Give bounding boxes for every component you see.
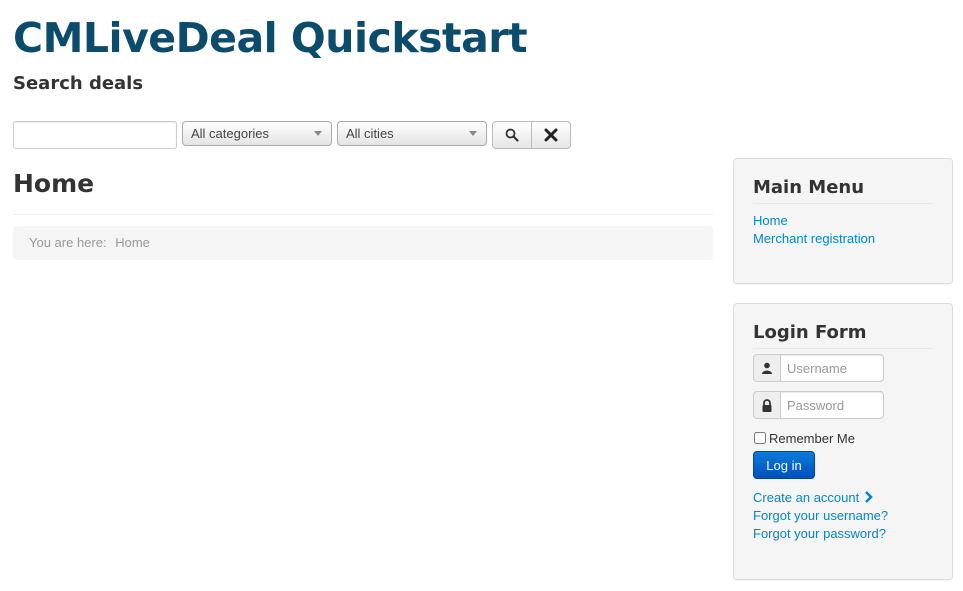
main-menu-module: Main Menu Home Merchant registration: [733, 158, 953, 284]
user-icon: [762, 362, 772, 374]
breadcrumb-current: Home: [115, 235, 150, 250]
menu-link-home[interactable]: Home: [753, 213, 788, 228]
create-account-link[interactable]: Create an account: [753, 490, 859, 505]
login-button[interactable]: Log in: [753, 451, 815, 479]
user-icon-addon: [753, 354, 781, 382]
lock-icon-addon: [753, 391, 781, 419]
password-field-group: [753, 391, 884, 419]
search-deals-heading: Search deals: [13, 73, 144, 94]
menu-item-home: Home: [753, 212, 933, 230]
close-icon: [544, 128, 558, 142]
username-field-group: [753, 354, 884, 382]
login-form-title: Login Form: [753, 323, 933, 349]
chevron-right-icon[interactable]: [864, 491, 874, 503]
main-menu-title: Main Menu: [753, 178, 933, 204]
remember-me-label[interactable]: Remember Me: [769, 431, 855, 446]
username-input[interactable]: [780, 354, 884, 382]
forgot-password-link[interactable]: Forgot your password?: [753, 526, 886, 541]
category-select-value: All categories: [191, 126, 270, 141]
forgot-password-item: Forgot your password?: [753, 525, 888, 543]
login-links: Create an account Forgot your username? …: [753, 489, 888, 543]
page: CMLiveDeal Quickstart Search deals All c…: [0, 0, 963, 591]
search-icon: [505, 128, 519, 142]
divider: [13, 214, 713, 215]
chevron-down-icon: [314, 131, 322, 136]
forgot-username-link[interactable]: Forgot your username?: [753, 508, 888, 523]
breadcrumb-prefix: You are here:: [29, 235, 107, 250]
search-input[interactable]: [13, 121, 177, 149]
city-select-value: All cities: [346, 126, 394, 141]
login-form-module: Login Form Remember Me Log: [733, 303, 953, 580]
search-button-group: [492, 121, 571, 149]
menu-item-merchant-registration: Merchant registration: [753, 230, 933, 248]
clear-search-button[interactable]: [531, 121, 571, 149]
city-select[interactable]: All cities: [337, 121, 487, 146]
lock-icon: [762, 398, 772, 412]
search-button[interactable]: [492, 121, 532, 149]
password-input[interactable]: [780, 391, 884, 419]
category-select[interactable]: All categories: [182, 121, 332, 146]
page-title: Home: [13, 169, 95, 198]
site-title[interactable]: CMLiveDeal Quickstart: [13, 10, 528, 66]
breadcrumb: You are here: Home: [13, 226, 713, 260]
remember-me-checkbox[interactable]: [754, 432, 766, 444]
forgot-username-item: Forgot your username?: [753, 507, 888, 525]
chevron-down-icon: [469, 131, 477, 136]
remember-me-row: Remember Me: [753, 430, 855, 446]
main-menu-list: Home Merchant registration: [753, 212, 933, 248]
menu-link-merchant-registration[interactable]: Merchant registration: [753, 231, 875, 246]
create-account-item: Create an account: [753, 489, 888, 507]
